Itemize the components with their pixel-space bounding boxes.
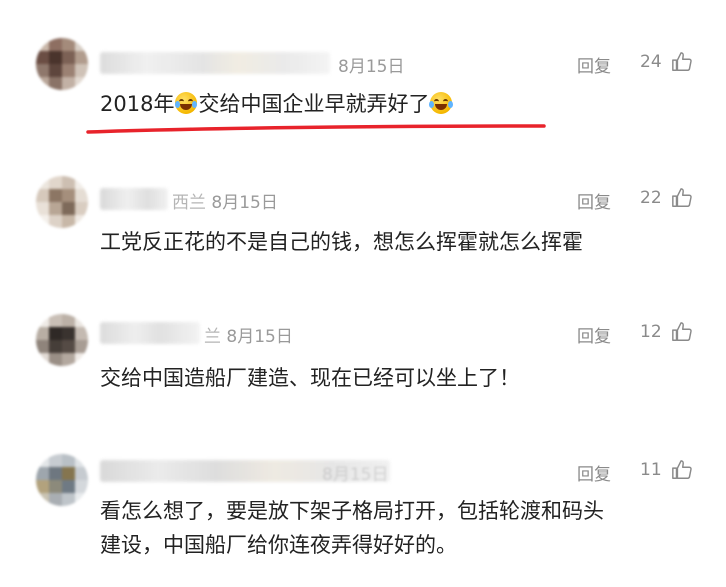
comment-2: 西兰 8月15日 回复 22 工党反正花的不是自己的钱，想怎么挥霍就怎么挥霍 [0,140,726,280]
reply-button[interactable]: 回复 [577,188,611,213]
comment-3: 兰 8月15日 回复 12 交给中国造船厂建造、现在已经可以坐上了！ [0,278,726,418]
comment-4: 8月15日 回复 11 看怎么想了，要是放下架子格局打开，包括轮渡和码头 建设，… [0,418,726,587]
avatar[interactable] [36,454,88,506]
comment-text: 交给中国造船厂建造、现在已经可以坐上了！ [100,366,520,390]
avatar[interactable] [36,176,88,228]
like-count: 11 [640,460,662,480]
comment-text: 看怎么想了，要是放下架子格局打开，包括轮渡和码头 建设，中国船厂给你连夜弄得好好… [100,494,604,562]
red-highlight-underline [86,124,546,134]
comment-date: 西兰 8月15日 [172,193,278,213]
comment-text: 工党反正花的不是自己的钱，想怎么挥霍就怎么挥霍 [100,230,583,254]
thumbs-up-icon[interactable] [671,187,693,209]
reply-button[interactable]: 回复 [577,322,611,347]
like-count: 12 [640,322,662,342]
comment-date: 8月15日 [322,465,389,485]
thumbs-up-icon[interactable] [671,459,693,481]
avatar[interactable] [36,314,88,366]
thumbs-up-icon[interactable] [671,321,693,343]
username-blurred[interactable] [100,188,168,210]
comment-1: 8月15日 回复 24 2018年 交给中国企业早就弄好了 [0,0,726,140]
comment-date: 兰 8月15日 [204,327,293,347]
comment-text-line: 看怎么想了，要是放下架子格局打开，包括轮渡和码头 [100,499,604,523]
comment-text-line: 建设，中国船厂给你连夜弄得好好的。 [100,533,457,557]
username-blurred[interactable] [100,322,200,344]
reply-button[interactable]: 回复 [577,460,611,485]
like-count: 22 [640,188,662,208]
